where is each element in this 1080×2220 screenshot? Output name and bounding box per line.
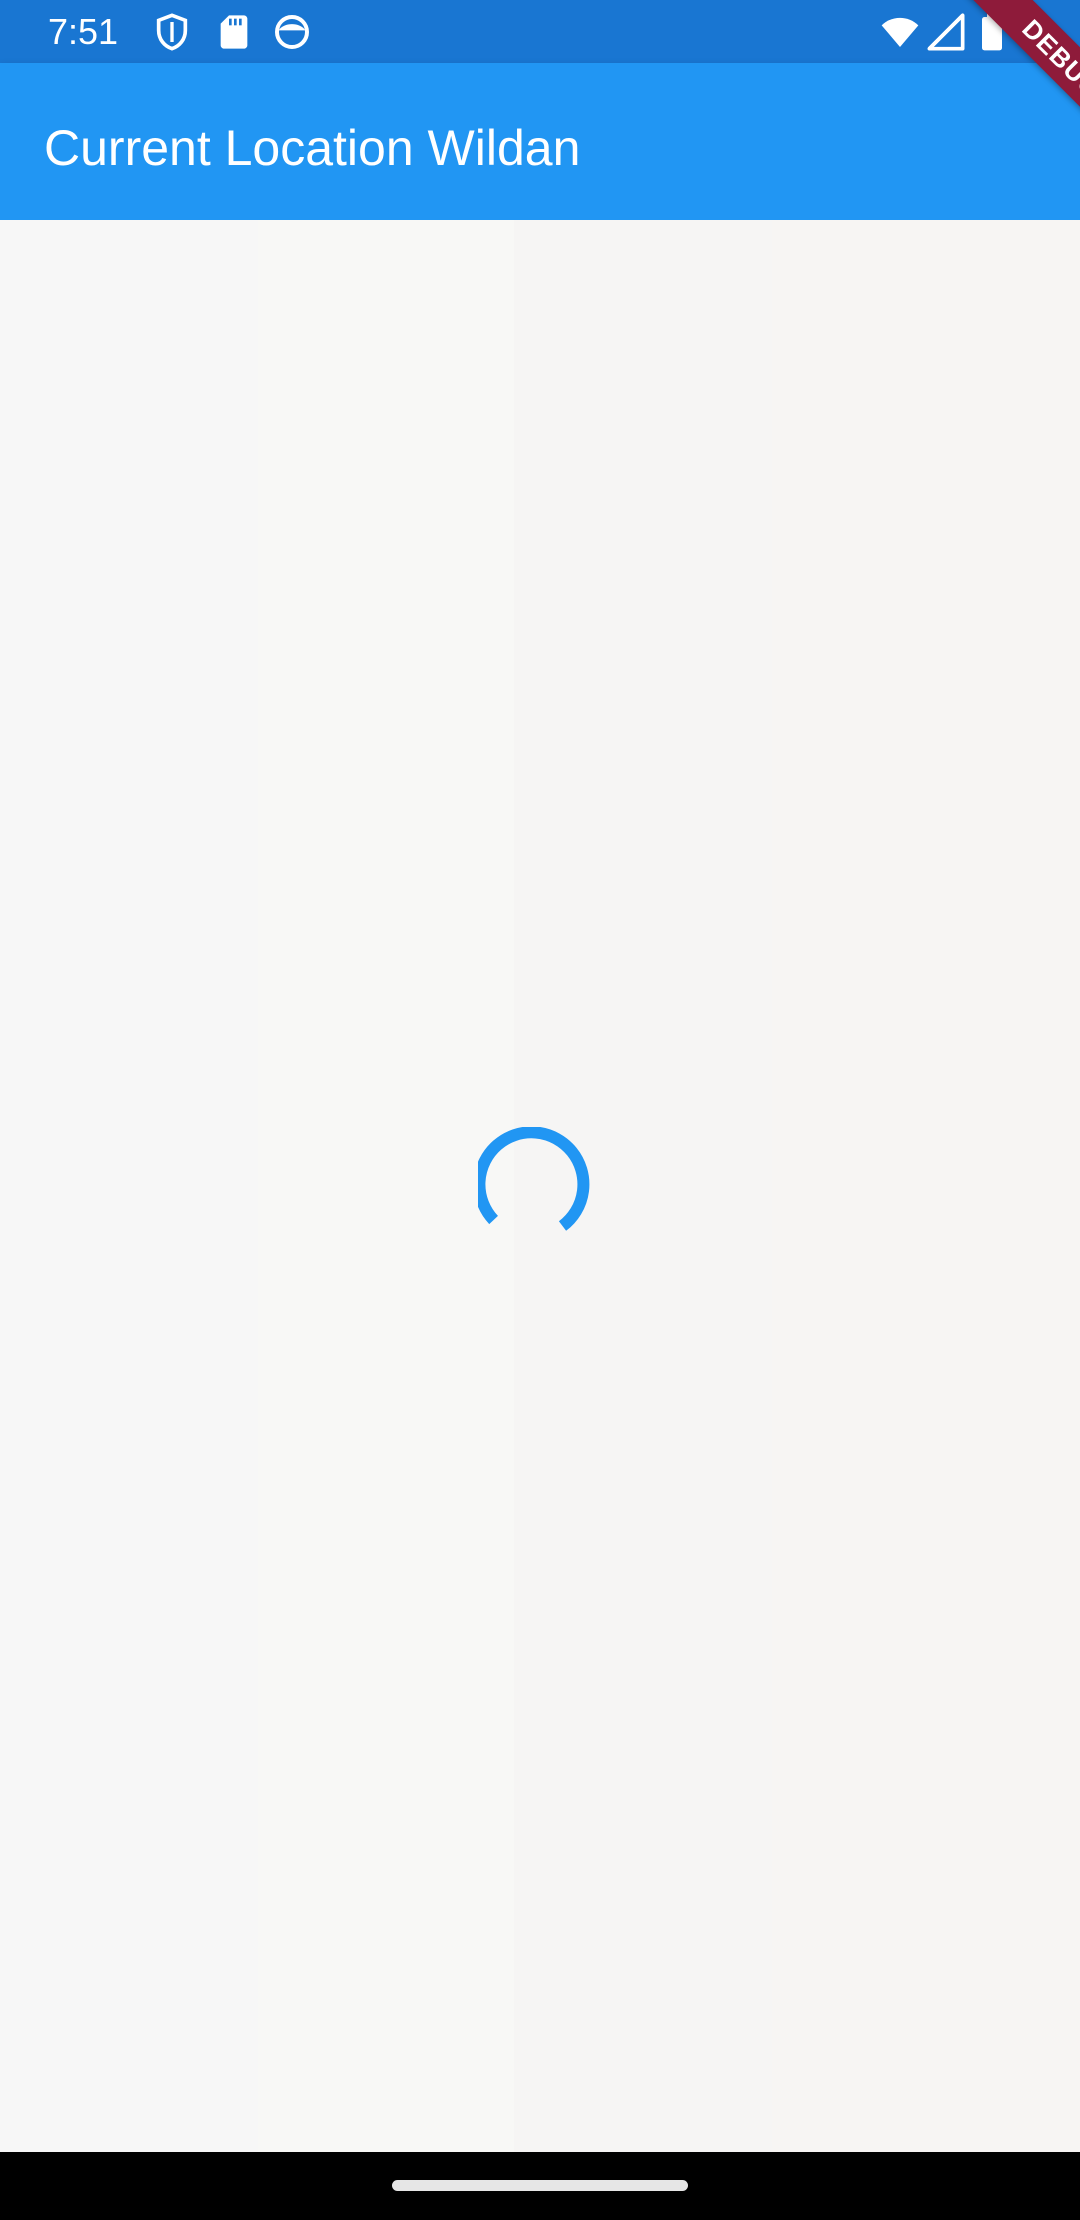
sd-card-icon <box>220 15 248 49</box>
page-title: Current Location Wildan <box>44 120 581 176</box>
navigation-bar <box>0 2152 1080 2220</box>
cell-signal-icon <box>927 13 965 51</box>
wifi-icon <box>881 17 919 47</box>
status-time: 7:51 <box>48 11 119 52</box>
face-icon <box>275 15 309 49</box>
app-screen: 7:51 Current Location Wildan DEBUG <box>0 0 1080 2220</box>
app-bar: Current Location Wildan <box>0 63 1080 220</box>
battery-icon <box>982 13 1002 51</box>
shield-icon <box>156 13 188 51</box>
loading-spinner <box>478 1127 590 1231</box>
status-bar: 7:51 <box>0 0 1080 63</box>
gesture-handle[interactable] <box>392 2180 688 2191</box>
